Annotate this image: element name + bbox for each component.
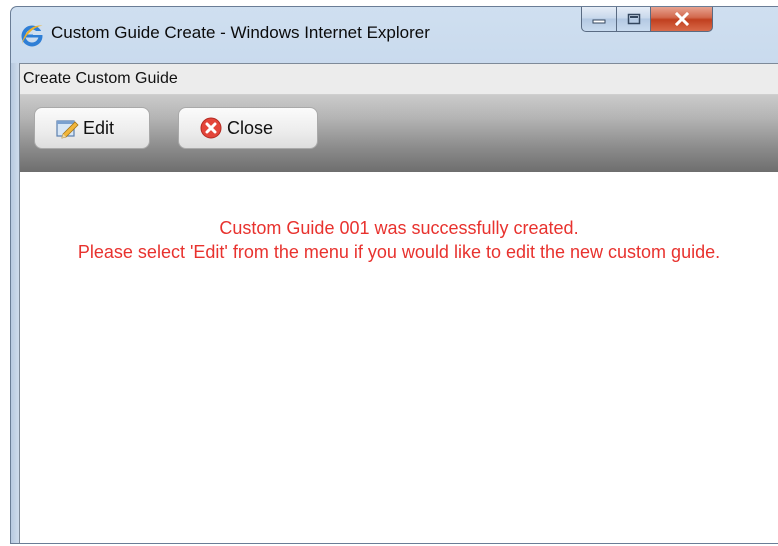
minimize-icon (592, 19, 606, 23)
maximize-button[interactable] (617, 7, 651, 32)
window-controls (581, 7, 713, 34)
success-message: Custom Guide 001 was successfully create… (20, 216, 778, 264)
window-frame-left (11, 63, 19, 543)
page-client-area: Create Custom Guide Edit Close Custom Gu… (19, 63, 778, 543)
content-area: Custom Guide 001 was successfully create… (20, 184, 778, 543)
page-header: Create Custom Guide (20, 64, 778, 95)
window-title: Custom Guide Create - Windows Internet E… (51, 23, 430, 42)
success-message-line2: Please select 'Edit' from the menu if yo… (77, 242, 721, 262)
maximize-icon (627, 13, 640, 24)
edit-button[interactable]: Edit (34, 107, 150, 149)
edit-button-label: Edit (83, 117, 115, 138)
close-window-button[interactable] (651, 7, 713, 32)
toolbar: Edit Close (20, 95, 778, 172)
close-button[interactable]: Close (178, 107, 318, 149)
close-button-label: Close (227, 117, 274, 138)
close-x-icon (674, 11, 689, 26)
internet-explorer-icon (21, 25, 43, 47)
title-bar[interactable]: Custom Guide Create - Windows Internet E… (11, 7, 778, 63)
edit-pencil-icon (56, 120, 79, 139)
page-title: Create Custom Guide (23, 70, 178, 87)
success-message-line1: Custom Guide 001 was successfully create… (219, 218, 579, 238)
browser-window: Custom Guide Create - Windows Internet E… (10, 6, 778, 544)
close-circle-icon (200, 117, 222, 139)
minimize-button[interactable] (581, 7, 617, 32)
